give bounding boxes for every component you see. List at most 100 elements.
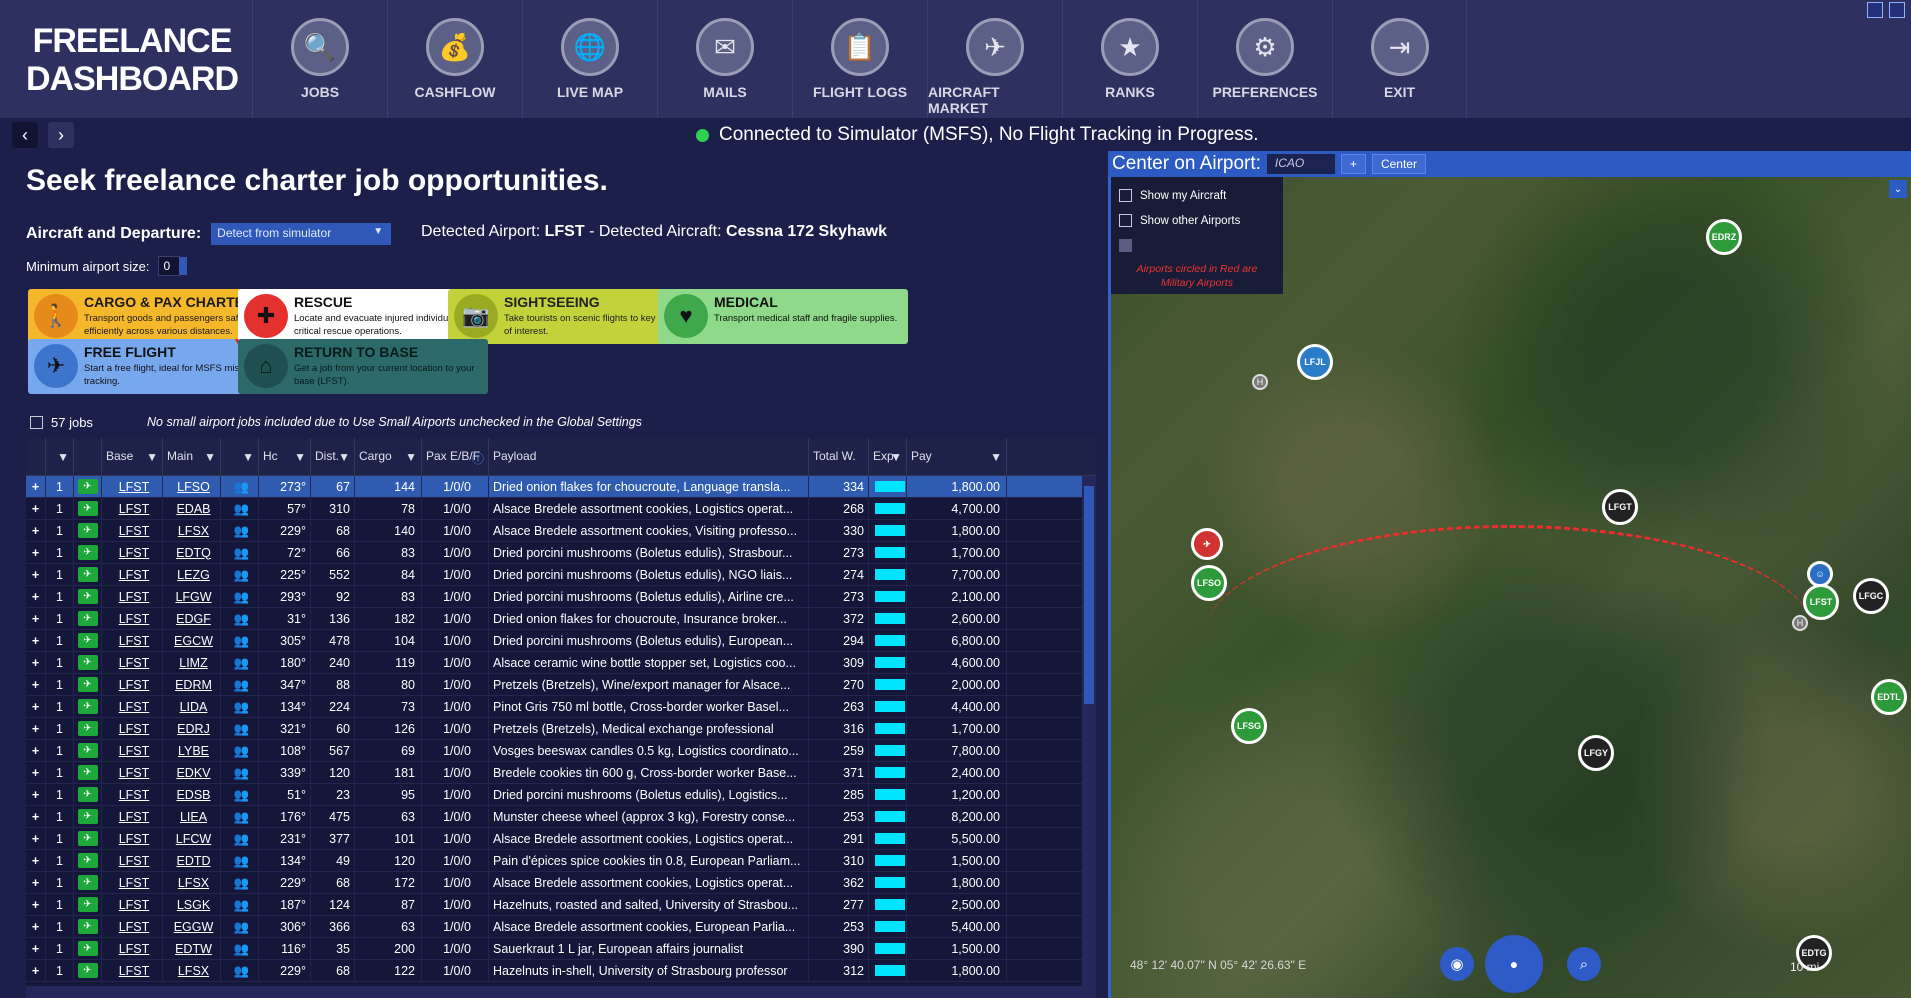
filter-icon[interactable]: ▼ xyxy=(294,450,306,464)
base-link[interactable]: LFST xyxy=(119,876,150,890)
base-link[interactable]: LFST xyxy=(119,722,150,736)
table-row[interactable]: +1 ✈ LFST EDKV 👥 339° 120 181 1/0/0 Bredele cooki… xyxy=(26,761,1096,784)
expand-row-icon[interactable]: + xyxy=(26,739,46,762)
expand-row-icon[interactable]: + xyxy=(26,519,46,542)
column-header[interactable]: Exp ▼ xyxy=(869,438,907,475)
expand-row-icon[interactable]: + xyxy=(26,563,46,586)
main-cell[interactable]: LFCW xyxy=(163,827,221,850)
main-cell[interactable]: LFSX xyxy=(163,959,221,982)
nav-jobs[interactable]: 🔍 JOBS xyxy=(252,0,387,118)
table-row[interactable]: +1 ✈ LFST LIDA 👥 134° 224 73 1/0/0 Pinot Gris 750… xyxy=(26,695,1096,718)
base-link[interactable]: LFST xyxy=(119,634,150,648)
main-cell[interactable]: EDSB xyxy=(163,783,221,806)
main-cell[interactable]: EDTQ xyxy=(163,541,221,564)
column-header[interactable]: Dist. ▼ xyxy=(311,438,355,475)
info-icon[interactable]: ⓘ xyxy=(472,450,484,467)
airport-marker-lfgt[interactable]: LFGT xyxy=(1602,489,1638,525)
nav-live-map[interactable]: 🌐 LIVE MAP xyxy=(522,0,657,118)
min-airport-size-stepper[interactable]: 0 xyxy=(157,256,187,276)
destination-link[interactable]: LFSX xyxy=(178,876,209,890)
filter-icon[interactable]: ▼ xyxy=(57,450,69,464)
base-cell[interactable]: LFST xyxy=(102,805,163,828)
main-cell[interactable]: LIMZ xyxy=(163,651,221,674)
main-cell[interactable]: EDRM xyxy=(163,673,221,696)
table-row[interactable]: +1 ✈ LFST EGCW 👥 305° 478 104 1/0/0 Dried porcini… xyxy=(26,629,1096,652)
destination-link[interactable]: EGCW xyxy=(174,634,213,648)
filter-icon[interactable]: ▼ xyxy=(146,450,158,464)
main-cell[interactable]: LFSO xyxy=(163,475,221,498)
base-cell[interactable]: LFST xyxy=(102,893,163,916)
column-header[interactable]: Base ▼ xyxy=(102,438,163,475)
main-cell[interactable]: LSGK xyxy=(163,893,221,916)
expand-row-icon[interactable]: + xyxy=(26,783,46,806)
base-link[interactable]: LFST xyxy=(119,546,150,560)
base-link[interactable]: LFST xyxy=(119,810,150,824)
select-all-checkbox[interactable] xyxy=(30,416,43,429)
column-header[interactable]: Total W. xyxy=(809,438,869,475)
expand-row-icon[interactable]: + xyxy=(26,937,46,960)
forward-button[interactable]: › xyxy=(48,122,74,148)
map-search-icon[interactable]: ⌕ xyxy=(1567,947,1601,981)
expand-row-icon[interactable]: + xyxy=(26,673,46,696)
destination-link[interactable]: LEZG xyxy=(177,568,210,582)
base-link[interactable]: LFST xyxy=(119,920,150,934)
table-row[interactable]: +1 ✈ LFST LFSX 👥 229° 68 172 1/0/0 Alsace Bredele… xyxy=(26,871,1096,894)
table-row[interactable]: +1 ✈ LFST LFSX 👥 229° 68 122 1/0/0 Hazelnuts in-s… xyxy=(26,959,1096,982)
destination-link[interactable]: EDGF xyxy=(176,612,211,626)
show-other-airports-option[interactable]: Show other Airports xyxy=(1119,208,1275,233)
expand-row-icon[interactable]: + xyxy=(26,805,46,828)
table-row[interactable]: +1 ✈ LFST EDAB 👥 57° 310 78 1/0/0 Alsace Bredele … xyxy=(26,497,1096,520)
icao-input[interactable]: ICAO xyxy=(1266,154,1335,174)
airport-marker-lfgy[interactable]: LFGY xyxy=(1578,735,1614,771)
airport-marker-edtl[interactable]: EDTL xyxy=(1871,679,1907,715)
main-cell[interactable]: LFGW xyxy=(163,585,221,608)
main-cell[interactable]: LIEA xyxy=(163,805,221,828)
airport-marker-lfst[interactable]: LFST xyxy=(1803,584,1839,620)
base-link[interactable]: LFST xyxy=(119,766,150,780)
column-header[interactable]: Main ▼ xyxy=(163,438,221,475)
expand-row-icon[interactable]: + xyxy=(26,585,46,608)
table-row[interactable]: +1 ✈ LFST LEZG 👥 225° 552 84 1/0/0 Dried porcini … xyxy=(26,563,1096,586)
destination-link[interactable]: LSGK xyxy=(177,898,210,912)
base-cell[interactable]: LFST xyxy=(102,607,163,630)
column-header[interactable]: ▼ xyxy=(221,438,259,475)
destination-link[interactable]: EDAB xyxy=(176,502,210,516)
filter-icon[interactable]: ▼ xyxy=(242,450,254,464)
column-header[interactable] xyxy=(74,438,102,475)
filter-icon[interactable]: ▼ xyxy=(990,450,1002,464)
restore-window-button[interactable] xyxy=(1867,2,1883,18)
destination-link[interactable]: EDTQ xyxy=(176,546,211,560)
filter-icon[interactable]: ▼ xyxy=(204,450,216,464)
nav-mails[interactable]: ✉ MAILS xyxy=(657,0,792,118)
base-cell[interactable]: LFST xyxy=(102,541,163,564)
base-link[interactable]: LFST xyxy=(119,700,150,714)
nav-cashflow[interactable]: 💰 CASHFLOW xyxy=(387,0,522,118)
expand-row-icon[interactable]: + xyxy=(26,695,46,718)
table-row[interactable]: +1 ✈ LFST LFCW 👥 231° 377 101 1/0/0 Alsace Bredel… xyxy=(26,827,1096,850)
table-row[interactable]: +1 ✈ LFST EDTW 👥 116° 35 200 1/0/0 Sauerkraut 1 L… xyxy=(26,937,1096,960)
base-link[interactable]: LFST xyxy=(119,502,150,516)
table-row[interactable]: +1 ✈ LFST LSGK 👥 187° 124 87 1/0/0 Hazelnuts, roa… xyxy=(26,893,1096,916)
expand-row-icon[interactable]: + xyxy=(26,497,46,520)
base-cell[interactable]: LFST xyxy=(102,585,163,608)
column-header[interactable]: Pax E/B/F ⓘ xyxy=(422,438,489,475)
expand-row-icon[interactable]: + xyxy=(26,629,46,652)
table-row[interactable]: +1 ✈ LFST EGGW 👥 306° 366 63 1/0/0 Alsace Bredele… xyxy=(26,915,1096,938)
table-row[interactable]: +1 ✈ LFST LIEA 👥 176° 475 63 1/0/0 Munster cheese… xyxy=(26,805,1096,828)
base-link[interactable]: LFST xyxy=(119,590,150,604)
airport-marker-lfjl[interactable]: LFJL xyxy=(1297,344,1333,380)
main-cell[interactable]: LEZG xyxy=(163,563,221,586)
main-cell[interactable]: EDTW xyxy=(163,937,221,960)
base-link[interactable]: LFST xyxy=(119,656,150,670)
destination-link[interactable]: EDKV xyxy=(176,766,210,780)
destination-link[interactable]: EGGW xyxy=(174,920,214,934)
base-link[interactable]: LFST xyxy=(119,678,150,692)
main-cell[interactable]: EDGF xyxy=(163,607,221,630)
expand-row-icon[interactable]: + xyxy=(26,761,46,784)
base-cell[interactable]: LFST xyxy=(102,695,163,718)
jobs-table-scroll-thumb[interactable] xyxy=(1084,486,1094,704)
main-cell[interactable]: LFSX xyxy=(163,871,221,894)
airport-marker-lfgc[interactable]: LFGC xyxy=(1853,578,1889,614)
filter-icon[interactable]: ▼ xyxy=(405,450,417,464)
table-row[interactable]: +1 ✈ LFST EDSB 👥 51° 23 95 1/0/0 Dried porcini mu… xyxy=(26,783,1096,806)
